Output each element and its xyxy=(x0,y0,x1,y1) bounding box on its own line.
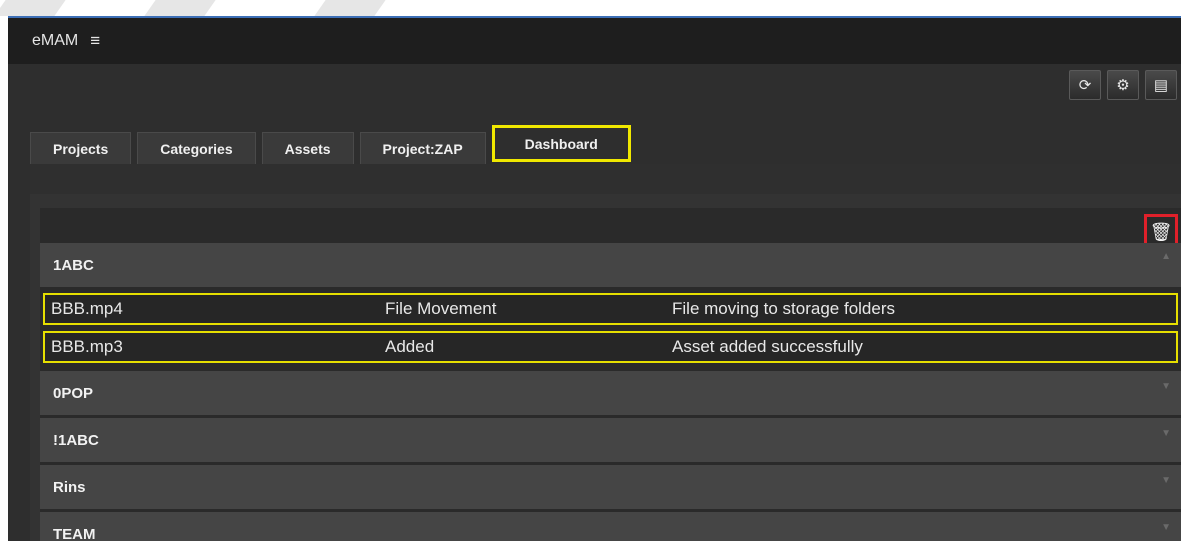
event-status: File Movement xyxy=(385,299,497,318)
group-name: TEAM xyxy=(53,525,96,541)
sub-bar xyxy=(30,164,1181,194)
title-bar: eMAM ≡ xyxy=(8,18,1181,64)
top-band xyxy=(0,0,1181,16)
group-name: 0POP xyxy=(53,384,94,402)
group-list: 1ABC ▲ BBB.mp4 File Movement File moving… xyxy=(40,243,1181,541)
app-window: eMAM ≡ ⟳ ⚙ ▤ Projects Categories Assets … xyxy=(0,16,1181,541)
group-rows: BBB.mp4 File Movement File moving to sto… xyxy=(40,290,1181,371)
dashboard-panel: 🗑 1ABC ▲ BBB.mp4 File Movement File movi… xyxy=(30,164,1181,541)
decorative-stripe xyxy=(0,0,66,16)
tab-dashboard[interactable]: Dashboard xyxy=(491,125,631,162)
document-button[interactable]: ▤ xyxy=(1145,70,1177,100)
chevron-up-icon: ▲ xyxy=(1161,251,1171,262)
group-name: !1ABC xyxy=(53,431,99,449)
event-status: Added xyxy=(385,337,435,356)
decorative-stripe xyxy=(144,0,216,16)
chevron-down-icon: ▼ xyxy=(1161,428,1171,439)
chevron-down-icon: ▼ xyxy=(1161,522,1171,533)
app-title: eMAM xyxy=(32,32,79,49)
settings-button[interactable]: ⚙ xyxy=(1107,70,1139,100)
event-message: File moving to storage folders xyxy=(672,299,895,318)
chevron-down-icon: ▼ xyxy=(1161,381,1171,392)
group-name: 1ABC xyxy=(53,256,94,274)
group-header-team[interactable]: TEAM ▼ xyxy=(40,512,1181,541)
dashboard-content: 🗑 1ABC ▲ BBB.mp4 File Movement File movi… xyxy=(40,208,1181,541)
decorative-stripe xyxy=(314,0,386,16)
group-header-1abc[interactable]: 1ABC ▲ xyxy=(40,243,1181,287)
tab-categories[interactable]: Categories xyxy=(137,132,256,164)
gear-icon: ⚙ xyxy=(1116,77,1130,94)
trash-icon: 🗑 xyxy=(1149,221,1173,242)
tab-projects[interactable]: Projects xyxy=(30,132,132,164)
document-icon: ▤ xyxy=(1153,77,1169,94)
refresh-button[interactable]: ⟳ xyxy=(1069,70,1101,100)
tab-project-zap[interactable]: Project:ZAP xyxy=(359,132,486,164)
group-header-1abc-alt[interactable]: !1ABC ▼ xyxy=(40,418,1181,462)
refresh-icon: ⟳ xyxy=(1078,77,1092,94)
file-name: BBB.mp3 xyxy=(51,337,123,356)
table-row[interactable]: BBB.mp3 Added Asset added successfully xyxy=(43,331,1178,363)
tab-bar: Projects Categories Assets Project:ZAP D… xyxy=(30,119,1181,164)
tab-assets[interactable]: Assets xyxy=(261,132,354,164)
toolbar: ⟳ ⚙ ▤ xyxy=(1069,70,1177,100)
chevron-down-icon: ▼ xyxy=(1161,475,1171,486)
file-name: BBB.mp4 xyxy=(51,299,123,318)
table-row[interactable]: BBB.mp4 File Movement File moving to sto… xyxy=(43,293,1178,325)
event-message: Asset added successfully xyxy=(672,337,863,356)
hamburger-menu-icon[interactable]: ≡ xyxy=(90,31,100,51)
group-name: Rins xyxy=(53,478,86,496)
group-header-0pop[interactable]: 0POP ▼ xyxy=(40,371,1181,415)
group-header-rins[interactable]: Rins ▼ xyxy=(40,465,1181,509)
